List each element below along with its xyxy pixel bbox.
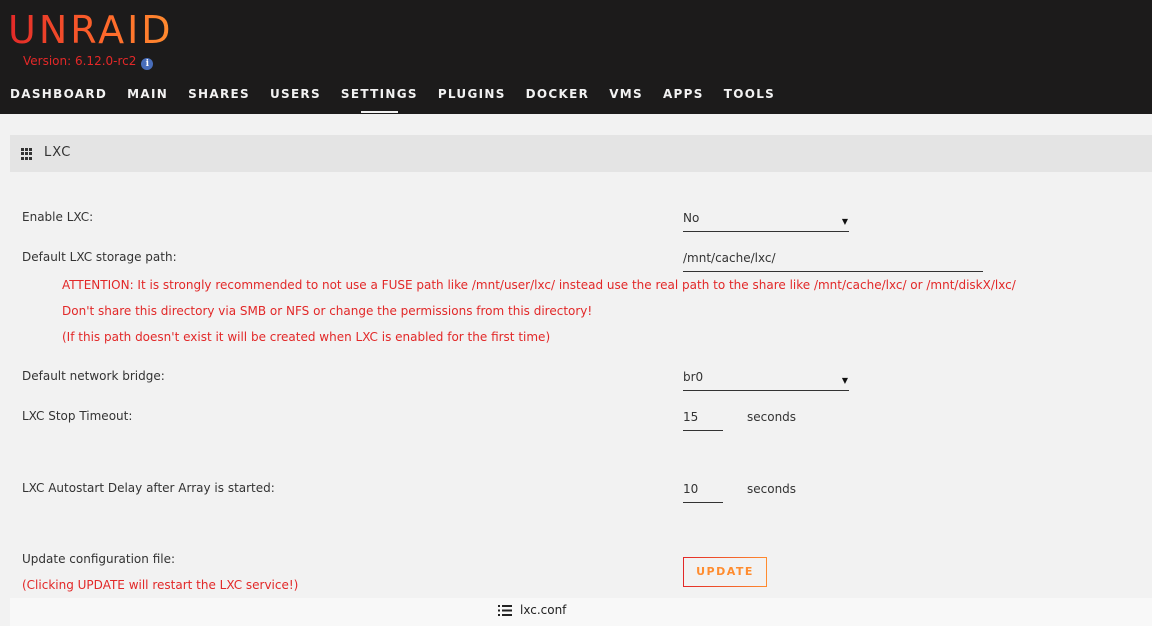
section-title: LXC [44,145,72,160]
network-bridge-label: Default network bridge: [22,369,165,383]
dropdown-caret-icon: ▼ [841,376,848,385]
info-icon[interactable]: i [141,58,154,70]
network-bridge-value: br0 [683,370,704,384]
enable-lxc-value: No [683,211,700,225]
storage-path-input[interactable]: /mnt/cache/lxc/ [683,249,983,272]
stop-timeout-label: LXC Stop Timeout: [22,409,133,423]
grid-icon [21,148,33,160]
nav-tools[interactable]: TOOLS [724,86,775,106]
storage-path-label: Default LXC storage path: [22,250,177,264]
autostart-delay-input[interactable]: 10 [683,480,723,503]
update-config-label: Update configuration file: [22,552,176,566]
autostart-delay-label: LXC Autostart Delay after Array is start… [22,481,275,495]
config-file-name: lxc.conf [520,603,567,617]
nav-users[interactable]: USERS [270,86,321,106]
unraid-logo[interactable]: UNRAID [8,8,174,52]
section-title-bar: LXC [10,135,1152,172]
stop-timeout-unit: seconds [747,410,797,424]
update-button[interactable]: UPDATE [683,557,767,587]
nav-shares[interactable]: SHARES [188,86,250,106]
main-nav: DASHBOARD MAIN SHARES USERS SETTINGS PLU… [10,86,795,113]
enable-lxc-select[interactable]: No ▼ [683,209,849,232]
top-header: UNRAID Version: 6.12.0-rc2 i DASHBOARD MA… [0,0,1152,114]
version-text: Version: 6.12.0-rc2 [23,54,137,68]
share-warning: Don't share this directory via SMB or NF… [62,304,593,318]
enable-lxc-label: Enable LXC: [22,210,94,224]
stop-timeout-input[interactable]: 15 [683,408,723,431]
version-label: Version: 6.12.0-rc2 i [23,53,154,70]
nav-main[interactable]: MAIN [127,86,168,106]
list-icon [498,605,512,616]
nav-settings[interactable]: SETTINGS [341,86,418,113]
dropdown-caret-icon: ▼ [841,217,848,226]
network-bridge-select[interactable]: br0 ▼ [683,368,849,391]
nav-plugins[interactable]: PLUGINS [438,86,506,106]
autostart-delay-unit: seconds [747,482,797,496]
nav-vms[interactable]: VMS [609,86,643,106]
nav-dashboard[interactable]: DASHBOARD [10,86,107,106]
fuse-warning: ATTENTION: It is strongly recommended to… [62,278,1016,292]
nav-apps[interactable]: APPS [663,86,704,106]
config-file-bar[interactable]: lxc.conf [10,598,1152,626]
nav-docker[interactable]: DOCKER [526,86,590,106]
update-restart-note: (Clicking UPDATE will restart the LXC se… [22,578,299,592]
path-create-note: (If this path doesn't exist it will be c… [62,330,551,344]
